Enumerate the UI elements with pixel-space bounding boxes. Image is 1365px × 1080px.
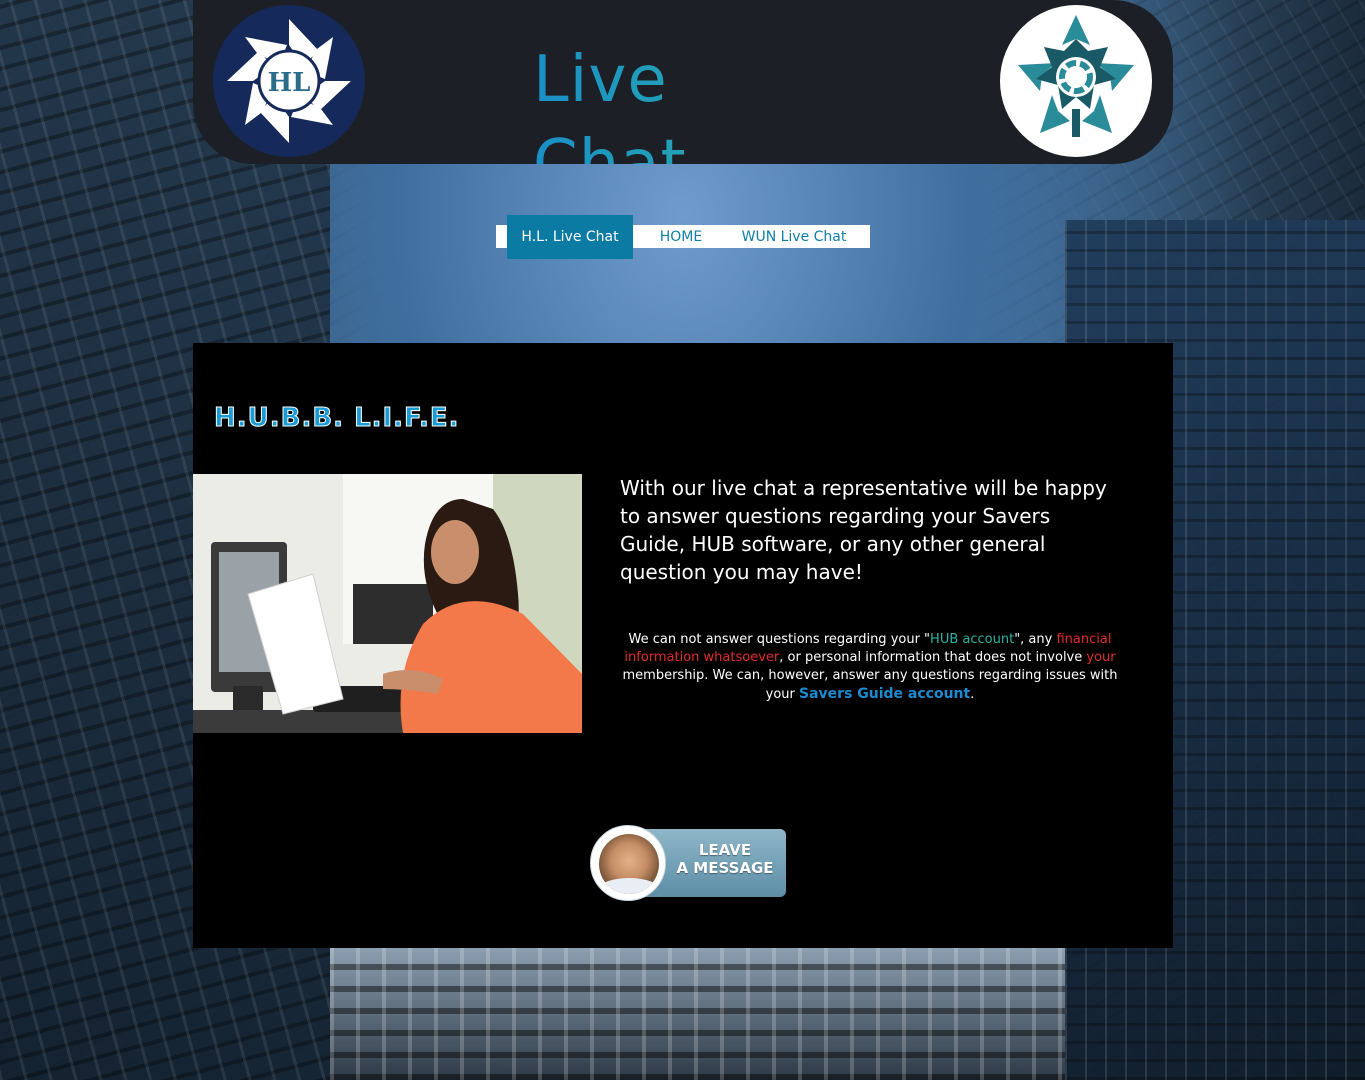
notice-part-2: ", any: [1014, 632, 1057, 647]
agent-face: [599, 834, 659, 894]
notice-part-1: We can not answer questions regarding yo…: [628, 632, 931, 647]
content-panel: H.U.B.B. L.I.F.E. With our live chat a r…: [193, 343, 1173, 948]
maple-leaf-logo-icon[interactable]: [1000, 5, 1152, 157]
nav-hl-live-chat[interactable]: H.L. Live Chat: [507, 214, 633, 259]
brand-heading: H.U.B.B. L.I.F.E.: [214, 403, 460, 434]
notice-part-5: .: [970, 687, 975, 702]
hl-logo-text: HL: [268, 68, 311, 98]
nav-wun-live-chat[interactable]: WUN Live Chat: [729, 225, 859, 248]
header-banner: HL Live Chat: [193, 0, 1173, 164]
notice-part-3: , or personal information that does not …: [779, 650, 1087, 665]
leave-label-line2: A MESSAGE: [676, 859, 774, 877]
notice-hub-account: HUB account: [930, 632, 1015, 647]
notice-text: We can not answer questions regarding yo…: [620, 631, 1120, 704]
leave-message-button[interactable]: LEAVE A MESSAGE: [590, 825, 788, 903]
intro-text: With our live chat a representative will…: [620, 476, 1107, 584]
support-agent-avatar-icon: [590, 825, 666, 901]
nav-home[interactable]: HOME: [633, 225, 729, 248]
page-title: Live Chat: [533, 38, 833, 164]
hl-pinwheel-logo-icon[interactable]: HL: [213, 5, 365, 157]
notice-your: your: [1086, 650, 1116, 665]
background-building-bottom: [330, 945, 1065, 1080]
notice-savers-guide-account: Savers Guide account: [799, 686, 971, 702]
leave-label-line1: LEAVE: [698, 841, 752, 859]
main-navigation: H.L. Live Chat HOME WUN Live Chat: [496, 214, 870, 259]
agent-shirt: [599, 878, 659, 894]
leave-message-label: LEAVE A MESSAGE: [670, 841, 780, 877]
woman-at-computer-photo: [193, 474, 582, 733]
